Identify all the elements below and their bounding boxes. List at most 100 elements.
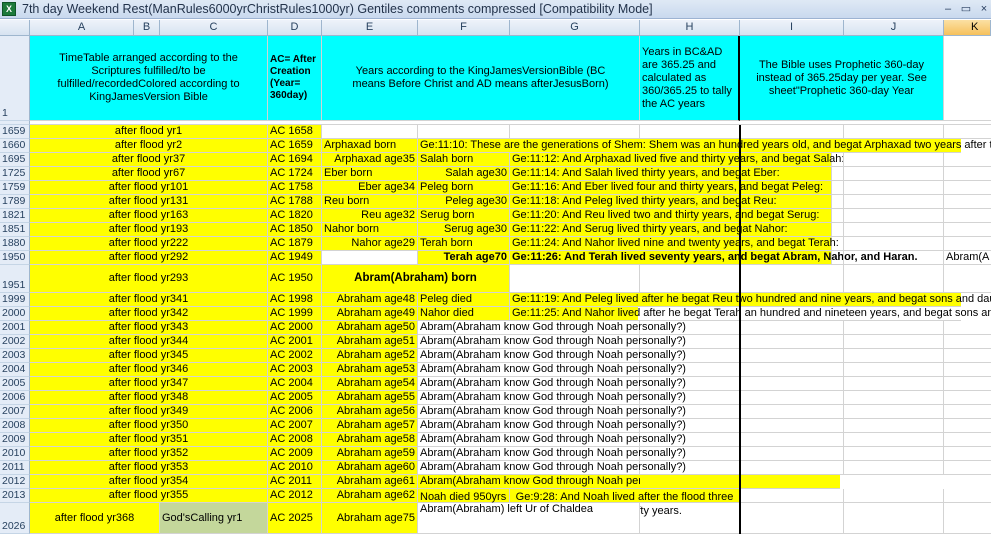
cell-i[interactable]: [740, 433, 844, 447]
cell-i[interactable]: [740, 181, 844, 195]
row-header[interactable]: 1660: [0, 139, 30, 153]
cell-event-f[interactable]: Terah age70: [418, 251, 510, 265]
cell-event-f[interactable]: [418, 125, 510, 139]
cell-after-flood[interactable]: after flood yr2: [30, 139, 268, 153]
row-header[interactable]: 2011: [0, 461, 30, 475]
row-header[interactable]: 2004: [0, 363, 30, 377]
cell-h[interactable]: [640, 321, 740, 335]
cell-h[interactable]: [640, 237, 740, 251]
cell-k[interactable]: [944, 209, 991, 223]
cell-i[interactable]: [740, 447, 844, 461]
column-header-f[interactable]: F: [418, 20, 510, 36]
header-cell-timetable[interactable]: TimeTable arranged according to the Scri…: [30, 36, 268, 121]
cell-i[interactable]: [740, 489, 844, 503]
cell-h[interactable]: [640, 391, 740, 405]
row-header-1[interactable]: 1: [0, 36, 30, 121]
column-header-e[interactable]: E: [322, 20, 418, 36]
cell-j[interactable]: [844, 433, 944, 447]
cell-after-flood[interactable]: after flood yr342: [30, 307, 268, 321]
row-header[interactable]: 1759: [0, 181, 30, 195]
cell-h[interactable]: [640, 461, 740, 475]
cell-ac-year[interactable]: AC 1950: [268, 265, 322, 293]
cell-event-f[interactable]: Abram(Abraham know God through Noah pers…: [418, 405, 686, 419]
cell-after-flood[interactable]: after flood yr1: [30, 125, 268, 139]
cell-h[interactable]: [640, 251, 740, 265]
cell-event-f[interactable]: Abram(Abraham know God through Noah pers…: [418, 391, 686, 405]
cell-after-flood[interactable]: after flood yr37: [30, 153, 268, 167]
cell-k[interactable]: Abram(A: [944, 251, 991, 265]
cell-h[interactable]: [640, 195, 740, 209]
row-header[interactable]: 1880: [0, 237, 30, 251]
cell-event-e[interactable]: Abraham age53: [322, 363, 418, 377]
column-header-a[interactable]: A: [30, 20, 134, 36]
row-header[interactable]: 1725: [0, 167, 30, 181]
cell-after-flood[interactable]: after flood yr222: [30, 237, 268, 251]
cell-ac-year[interactable]: AC 2009: [268, 447, 322, 461]
cell-ac-year[interactable]: AC 2002: [268, 349, 322, 363]
cell-h[interactable]: [640, 265, 740, 293]
cell-after-flood[interactable]: after flood yr353: [30, 461, 268, 475]
row-header[interactable]: 1851: [0, 223, 30, 237]
row-header[interactable]: 1821: [0, 209, 30, 223]
select-all-corner[interactable]: [0, 20, 30, 36]
header-cell-prophetic[interactable]: The Bible uses Prophetic 360-day instead…: [740, 36, 944, 121]
cell-event-f[interactable]: Serug age30: [418, 223, 510, 237]
cell-h[interactable]: [640, 349, 740, 363]
cell-scripture[interactable]: [510, 265, 640, 293]
cell-ac-year[interactable]: AC 1788: [268, 195, 322, 209]
cell-after-flood[interactable]: after flood yr163: [30, 209, 268, 223]
cell-after-flood[interactable]: after flood yr355: [30, 489, 268, 503]
cell-after-flood[interactable]: after flood yr347: [30, 377, 268, 391]
cell-i[interactable]: [740, 153, 844, 167]
cell-j[interactable]: [844, 489, 944, 503]
row-header[interactable]: 2003: [0, 349, 30, 363]
cell-after-flood[interactable]: after flood yr345: [30, 349, 268, 363]
cell-j[interactable]: [844, 195, 944, 209]
row-header[interactable]: 2002: [0, 335, 30, 349]
cell-event-f[interactable]: Abram(Abraham) left Ur of Chaldea: [418, 503, 640, 534]
cell-h[interactable]: [640, 335, 740, 349]
row-header[interactable]: 2026: [0, 503, 30, 534]
cell-k[interactable]: [944, 223, 991, 237]
cell-h[interactable]: [640, 153, 740, 167]
cell-event-e[interactable]: Abraham age49: [322, 307, 418, 321]
cell-scripture[interactable]: Ge:9:28: And Noah lived after the flood …: [510, 489, 740, 517]
cell-event-f[interactable]: Peleg age30: [418, 195, 510, 209]
cell-event-e[interactable]: Abraham age56: [322, 405, 418, 419]
cell-j[interactable]: [844, 181, 944, 195]
row-header[interactable]: 2013: [0, 489, 30, 503]
cell-ac-year[interactable]: AC 1658: [268, 125, 322, 139]
cell-event-e[interactable]: Eber born: [322, 167, 418, 181]
cell-after-flood[interactable]: after flood yr348: [30, 391, 268, 405]
cell-k[interactable]: [944, 391, 991, 405]
cell-k[interactable]: [944, 181, 991, 195]
cell-j[interactable]: [844, 223, 944, 237]
cell-i[interactable]: [740, 377, 844, 391]
cell-event-e[interactable]: [322, 125, 418, 139]
row-header[interactable]: 1695: [0, 153, 30, 167]
cell-i[interactable]: [740, 461, 844, 475]
cell-ac-year[interactable]: AC 2004: [268, 377, 322, 391]
column-header-d[interactable]: D: [268, 20, 322, 36]
cell-h[interactable]: [640, 125, 740, 139]
cell-ac-year[interactable]: AC 1724: [268, 167, 322, 181]
cell-i[interactable]: [740, 419, 844, 433]
row-header[interactable]: 1789: [0, 195, 30, 209]
cell-j[interactable]: [844, 209, 944, 223]
cell-i[interactable]: [740, 209, 844, 223]
cell-i[interactable]: [740, 391, 844, 405]
cell-event-f[interactable]: Abram(Abraham know God through Noah pers…: [418, 461, 686, 475]
cell-ac-year[interactable]: AC 1758: [268, 181, 322, 195]
cell-event-f[interactable]: Terah born: [418, 237, 510, 251]
cell-ac-year[interactable]: AC 2012: [268, 489, 322, 503]
cell-event-e[interactable]: Abraham age54: [322, 377, 418, 391]
cell-k[interactable]: [944, 503, 991, 534]
cell-j[interactable]: [844, 321, 944, 335]
cell-k[interactable]: [944, 433, 991, 447]
cell-j[interactable]: [844, 447, 944, 461]
cell-ac-year[interactable]: AC 2006: [268, 405, 322, 419]
cell-scripture[interactable]: Ge:11:19: And Peleg lived after he begat…: [510, 293, 991, 307]
cell-event-e[interactable]: Nahor born: [322, 223, 418, 237]
cell-event-f[interactable]: Abram(Abraham know God through Noah pers…: [418, 447, 686, 461]
cell-i[interactable]: [740, 237, 844, 251]
